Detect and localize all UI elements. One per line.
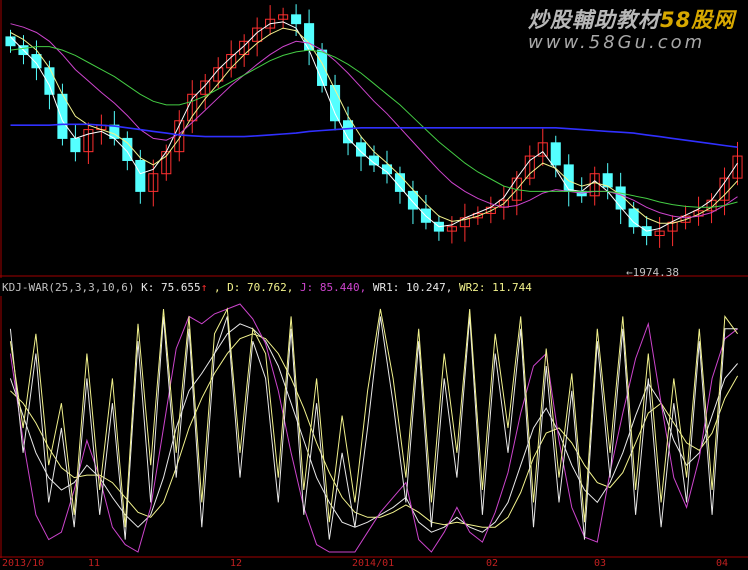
low-price-label: ←1974.38 bbox=[626, 266, 679, 279]
candle-body bbox=[407, 190, 418, 210]
low-price-value: 1974.38 bbox=[632, 266, 679, 279]
candle-body bbox=[304, 23, 315, 51]
candle-body bbox=[31, 54, 42, 69]
chart-stage: 炒股輔助教材58股网 www.58Gu.com ←1974.38 KDJ-WAR… bbox=[0, 0, 748, 570]
low-price-arrow: ← bbox=[626, 266, 633, 279]
watermark-url: www.58Gu.com bbox=[528, 32, 706, 53]
x-label: 11 bbox=[88, 558, 101, 569]
indicator-line-j bbox=[9, 303, 738, 553]
indicator-panel bbox=[0, 296, 748, 558]
indicator-name: KDJ-WAR(25,3,3,10,6) bbox=[2, 281, 135, 294]
candle-body bbox=[44, 67, 55, 95]
j-readout: J: 85.440, bbox=[300, 281, 367, 294]
k-readout: K: 75.655 bbox=[141, 281, 201, 294]
candle-body bbox=[70, 137, 81, 153]
k-up-arrow: ↑ bbox=[200, 281, 208, 294]
x-label: 03 bbox=[594, 558, 607, 569]
x-label: 02 bbox=[486, 558, 499, 569]
x-label: 2013/10 bbox=[2, 558, 45, 569]
x-label: 12 bbox=[230, 558, 243, 569]
candle-body bbox=[57, 93, 68, 139]
wr1-readout: WR1: 10.247, bbox=[372, 281, 453, 294]
x-axis-labels: 2013/10 11 12 2014/01 02 03 04 bbox=[0, 558, 748, 570]
x-label: 04 bbox=[716, 558, 729, 569]
wr2-readout: WR2: 11.744 bbox=[459, 281, 532, 294]
watermark-title: 炒股輔助教材58股网 bbox=[528, 8, 736, 32]
candle-body bbox=[135, 159, 146, 192]
indicator-header: KDJ-WAR(25,3,3,10,6) K: 75.655↑ , D: 70.… bbox=[2, 281, 532, 294]
d-readout: , D: 70.762, bbox=[213, 281, 294, 294]
candle-body bbox=[5, 36, 16, 47]
indicator-line-k bbox=[9, 323, 738, 533]
x-label: 2014/01 bbox=[352, 558, 395, 569]
candle-body bbox=[550, 142, 561, 166]
ma-line-ma10 bbox=[10, 27, 738, 224]
indicator-line-d bbox=[10, 333, 739, 528]
candle-body bbox=[291, 14, 302, 25]
